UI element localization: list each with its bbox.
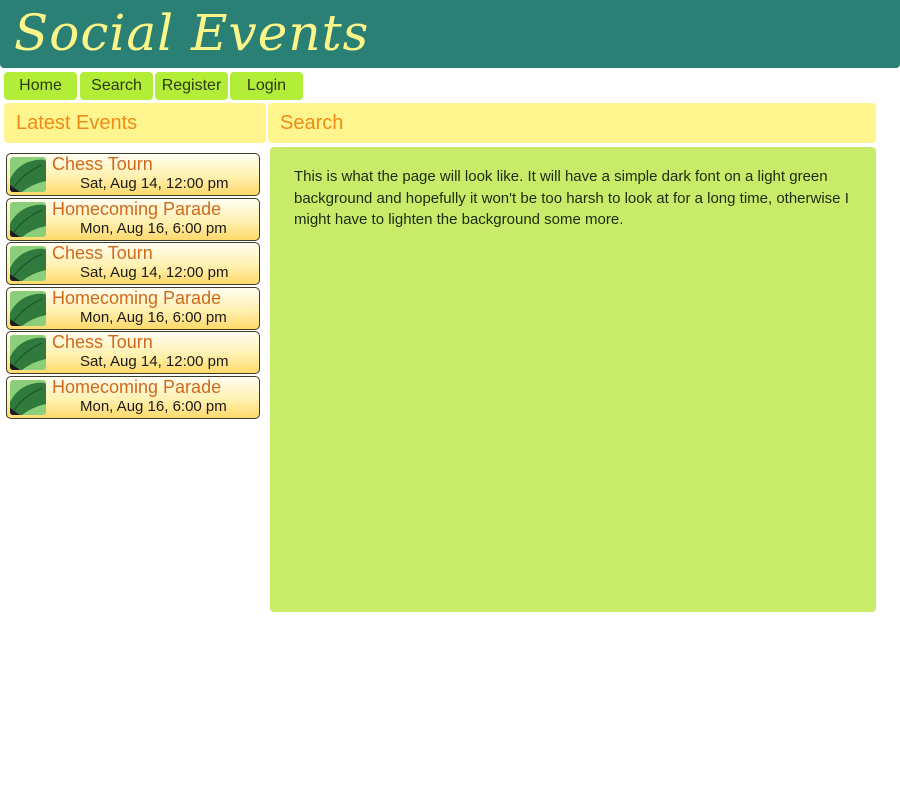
nav-register-button[interactable]: Register [155, 72, 228, 100]
event-item[interactable]: Chess Tourn Sat, Aug 14, 12:00 pm [6, 242, 260, 285]
event-leaf-icon [10, 157, 46, 192]
event-name: Chess Tourn [52, 243, 153, 263]
nav-home-button[interactable]: Home [4, 72, 77, 100]
event-leaf-icon [10, 246, 46, 281]
nav-login-button[interactable]: Login [230, 72, 303, 100]
site-title: Social Events [14, 4, 370, 62]
site-header: Social Events [0, 0, 900, 68]
search-content-panel: This is what the page will look like. It… [270, 147, 876, 612]
event-item[interactable]: Homecoming Parade Mon, Aug 16, 6:00 pm [6, 375, 260, 419]
latest-events-heading: Latest Events [4, 103, 266, 143]
event-leaf-icon [10, 379, 46, 415]
event-item[interactable]: Homecoming Parade Mon, Aug 16, 6:00 pm [6, 286, 260, 330]
event-leaf-icon [10, 335, 46, 370]
event-date: Sat, Aug 14, 12:00 pm [80, 353, 229, 370]
event-name: Chess Tourn [52, 332, 153, 352]
event-name: Homecoming Parade [52, 198, 222, 219]
nav-search-button[interactable]: Search [80, 72, 153, 100]
event-date: Mon, Aug 16, 6:00 pm [80, 397, 227, 415]
content-body-text: This is what the page will look like. It… [294, 168, 849, 228]
event-item[interactable]: Homecoming Parade Mon, Aug 16, 6:00 pm [6, 197, 260, 241]
event-name: Homecoming Parade [52, 287, 222, 308]
event-date: Sat, Aug 14, 12:00 pm [80, 175, 229, 192]
event-item[interactable]: Chess Tourn Sat, Aug 14, 12:00 pm [6, 153, 260, 196]
event-date: Mon, Aug 16, 6:00 pm [80, 308, 227, 326]
event-date: Mon, Aug 16, 6:00 pm [80, 219, 227, 237]
event-name: Homecoming Parade [52, 376, 222, 397]
event-leaf-icon [10, 201, 46, 237]
event-leaf-icon [10, 290, 46, 326]
event-item[interactable]: Chess Tourn Sat, Aug 14, 12:00 pm [6, 331, 260, 374]
event-name: Chess Tourn [52, 154, 153, 174]
event-date: Sat, Aug 14, 12:00 pm [80, 264, 229, 281]
search-heading: Search [268, 103, 876, 143]
